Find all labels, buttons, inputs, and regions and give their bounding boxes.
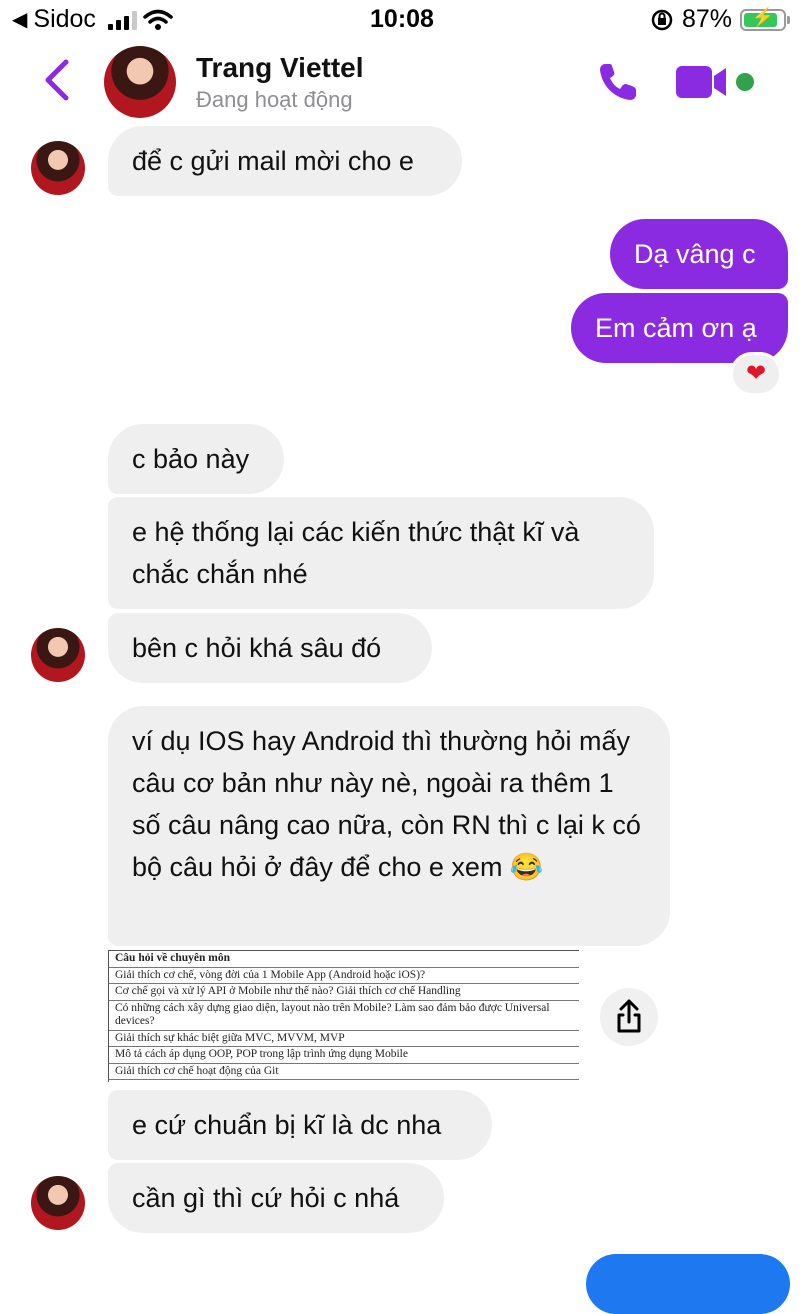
attachment-row: Cơ chế gọi và xử lý API ở Mobile như thế… [109, 984, 579, 1001]
attachment-row: Giải thích cơ chế hoạt động của Git [109, 1064, 579, 1080]
sender-avatar[interactable] [31, 1176, 85, 1230]
chat-header: Trang Viettel Đang hoạt động [0, 40, 804, 124]
battery-icon: ⚡ [740, 7, 790, 31]
message-incoming[interactable]: c bảo này [108, 424, 284, 494]
attachment-row: Có những cách xây dựng giao diện, layout… [109, 1001, 579, 1031]
message-incoming[interactable]: e cứ chuẩn bị kĩ là dc nha [108, 1090, 492, 1160]
heart-reaction-icon[interactable]: ❤ [730, 352, 782, 396]
status-right: 87% ⚡ [650, 5, 790, 34]
attachment-row: Câu hỏi về chuyên môn [109, 950, 579, 968]
status-bar: ◀ Sidoc 10:08 87% ⚡ [0, 0, 804, 40]
video-call-icon[interactable] [674, 62, 730, 102]
attachment-row: Giải thích sự khác biệt giữa MVC, MVVM, … [109, 1031, 579, 1047]
contact-name[interactable]: Trang Viettel [196, 52, 364, 84]
sender-avatar[interactable] [31, 141, 85, 195]
message-incoming[interactable]: e hệ thống lại các kiến thức thật kĩ và … [108, 497, 654, 609]
sender-avatar[interactable] [31, 628, 85, 682]
share-button[interactable] [600, 988, 658, 1046]
message-outgoing-partial[interactable] [586, 1254, 790, 1314]
phone-call-icon[interactable] [596, 60, 640, 104]
message-incoming[interactable]: cần gì thì cứ hỏi c nhá [108, 1163, 444, 1233]
orientation-lock-icon [651, 9, 673, 30]
attachment-image[interactable]: Câu hỏi về chuyên môn Giải thích cơ chế,… [108, 950, 579, 1082]
battery-percent: 87% [681, 5, 732, 33]
share-icon [617, 999, 641, 1033]
message-incoming[interactable]: ví dụ IOS hay Android thì thường hỏi mấy… [108, 706, 670, 946]
message-outgoing[interactable]: Dạ vâng c [610, 219, 788, 289]
back-arrow-icon[interactable] [38, 58, 78, 102]
attachment-row: Giải thích cơ chế, vòng đời của 1 Mobile… [109, 968, 579, 984]
attachment-row: Mô tả cách áp dụng OOP, POP trong lập tr… [109, 1047, 579, 1064]
contact-avatar[interactable] [104, 46, 176, 118]
message-incoming[interactable]: để c gửi mail mời cho e [108, 126, 462, 196]
online-indicator [736, 73, 754, 91]
message-incoming[interactable]: bên c hỏi khá sâu đó [108, 613, 432, 683]
contact-status: Đang hoạt động [196, 87, 353, 112]
